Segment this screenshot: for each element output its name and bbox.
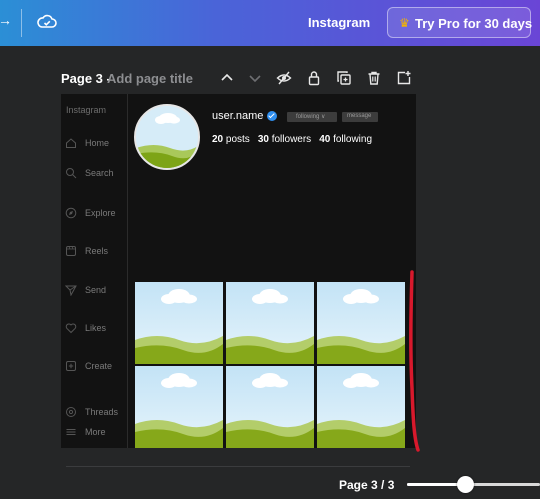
sidebar-item-likes[interactable]: Likes	[65, 322, 127, 336]
post-tile[interactable]	[317, 366, 405, 448]
zoom-slider-fill	[407, 483, 463, 486]
posts-label: posts	[225, 134, 250, 145]
try-pro-button[interactable]: ♛ Try Pro for 30 days	[387, 7, 533, 38]
canvas-scroll-divider	[66, 466, 410, 467]
post-tile[interactable]	[226, 282, 314, 364]
add-page-title-input[interactable]: Add page title	[107, 71, 193, 86]
home-icon	[66, 138, 76, 148]
sidebar-item-label: More	[85, 427, 106, 437]
sidebar-item-label: Threads	[85, 407, 119, 417]
chevron-up-icon[interactable]	[219, 70, 235, 86]
sidebar-item-send[interactable]: Send	[65, 284, 127, 298]
posts-count: 20	[212, 134, 224, 145]
try-pro-label: Try Pro for 30 days	[415, 16, 533, 31]
followers-label: followers	[271, 134, 312, 145]
sidebar-item-label: Home	[85, 138, 110, 148]
page-header: Page 3 - Add page title	[61, 70, 421, 88]
landscape-placeholder-image	[317, 282, 405, 364]
post-tile[interactable]	[317, 282, 405, 364]
sidebar-item-create[interactable]: Create	[65, 360, 127, 374]
threads-icon	[66, 407, 76, 417]
landscape-placeholder-image	[135, 366, 223, 448]
post-tile[interactable]	[135, 282, 223, 364]
message-button-label: message	[347, 113, 372, 119]
sidebar-item-label: Create	[85, 361, 113, 371]
sidebar-item-reels[interactable]: Reels	[65, 245, 127, 259]
profile-stats: 20 posts 30 followers 40 following	[212, 134, 372, 145]
sidebar-item-label: Explore	[85, 208, 116, 218]
sidebar-item-explore[interactable]: Explore	[65, 207, 127, 221]
sidebar-item-search[interactable]: Search	[65, 167, 127, 181]
heart-icon	[65, 323, 77, 334]
design-canvas[interactable]: Instagram Home Search Explore Reels Send…	[61, 94, 416, 448]
toolbar-divider	[21, 9, 22, 37]
ig-brand-logo: Instagram	[66, 105, 107, 115]
post-grid	[135, 282, 405, 448]
send-icon	[65, 285, 77, 296]
sidebar-item-threads[interactable]: Threads	[65, 406, 127, 420]
profile-username: user.name	[212, 110, 264, 122]
page-indicator[interactable]: Page 3 / 3	[339, 478, 394, 492]
sidebar-item-more[interactable]: More	[65, 426, 127, 440]
landscape-placeholder-image	[226, 366, 314, 448]
menu-icon	[66, 429, 76, 435]
landscape-placeholder-image	[136, 106, 198, 168]
compass-icon	[65, 207, 77, 219]
sidebar-item-label: Send	[85, 285, 107, 295]
profile-avatar[interactable]	[134, 104, 200, 170]
sidebar-item-home[interactable]: Home	[65, 137, 127, 151]
cloud-saved-icon[interactable]	[37, 13, 57, 31]
sidebar-item-label: Likes	[85, 323, 107, 333]
following-button-label: following ∨	[296, 114, 326, 120]
followers-count: 30	[257, 134, 269, 145]
hide-page-icon[interactable]	[276, 70, 292, 86]
plus-square-icon	[66, 361, 76, 371]
search-icon	[66, 168, 77, 179]
zoom-slider-thumb[interactable]	[457, 476, 474, 493]
ig-sidebar: Instagram Home Search Explore Reels Send…	[61, 94, 128, 448]
red-scroll-annotation	[409, 270, 420, 452]
chevron-down-icon[interactable]	[247, 70, 263, 86]
crown-icon: ♛	[399, 16, 410, 30]
duplicate-page-icon[interactable]	[336, 70, 352, 86]
forward-arrow-icon[interactable]: →	[0, 12, 12, 28]
message-button[interactable]: message	[342, 112, 378, 122]
verified-badge-icon	[267, 111, 277, 121]
landscape-placeholder-image	[317, 366, 405, 448]
landscape-placeholder-image	[135, 282, 223, 364]
delete-page-icon[interactable]	[366, 70, 382, 86]
add-page-icon[interactable]	[396, 70, 412, 86]
post-tile[interactable]	[135, 366, 223, 448]
lock-icon[interactable]	[306, 70, 322, 86]
design-title[interactable]: Instagram	[308, 15, 370, 30]
following-button[interactable]: following ∨	[287, 112, 337, 122]
landscape-placeholder-image	[226, 282, 314, 364]
page-number-label: Page 3 -	[61, 71, 111, 86]
reels-icon	[66, 246, 76, 256]
sidebar-item-label: Search	[85, 168, 114, 178]
following-count: 40	[319, 134, 331, 145]
following-label: following	[333, 134, 373, 145]
sidebar-item-label: Reels	[85, 246, 109, 256]
top-toolbar: → Instagram ♛ Try Pro for 30 days	[0, 0, 540, 46]
post-tile[interactable]	[226, 366, 314, 448]
